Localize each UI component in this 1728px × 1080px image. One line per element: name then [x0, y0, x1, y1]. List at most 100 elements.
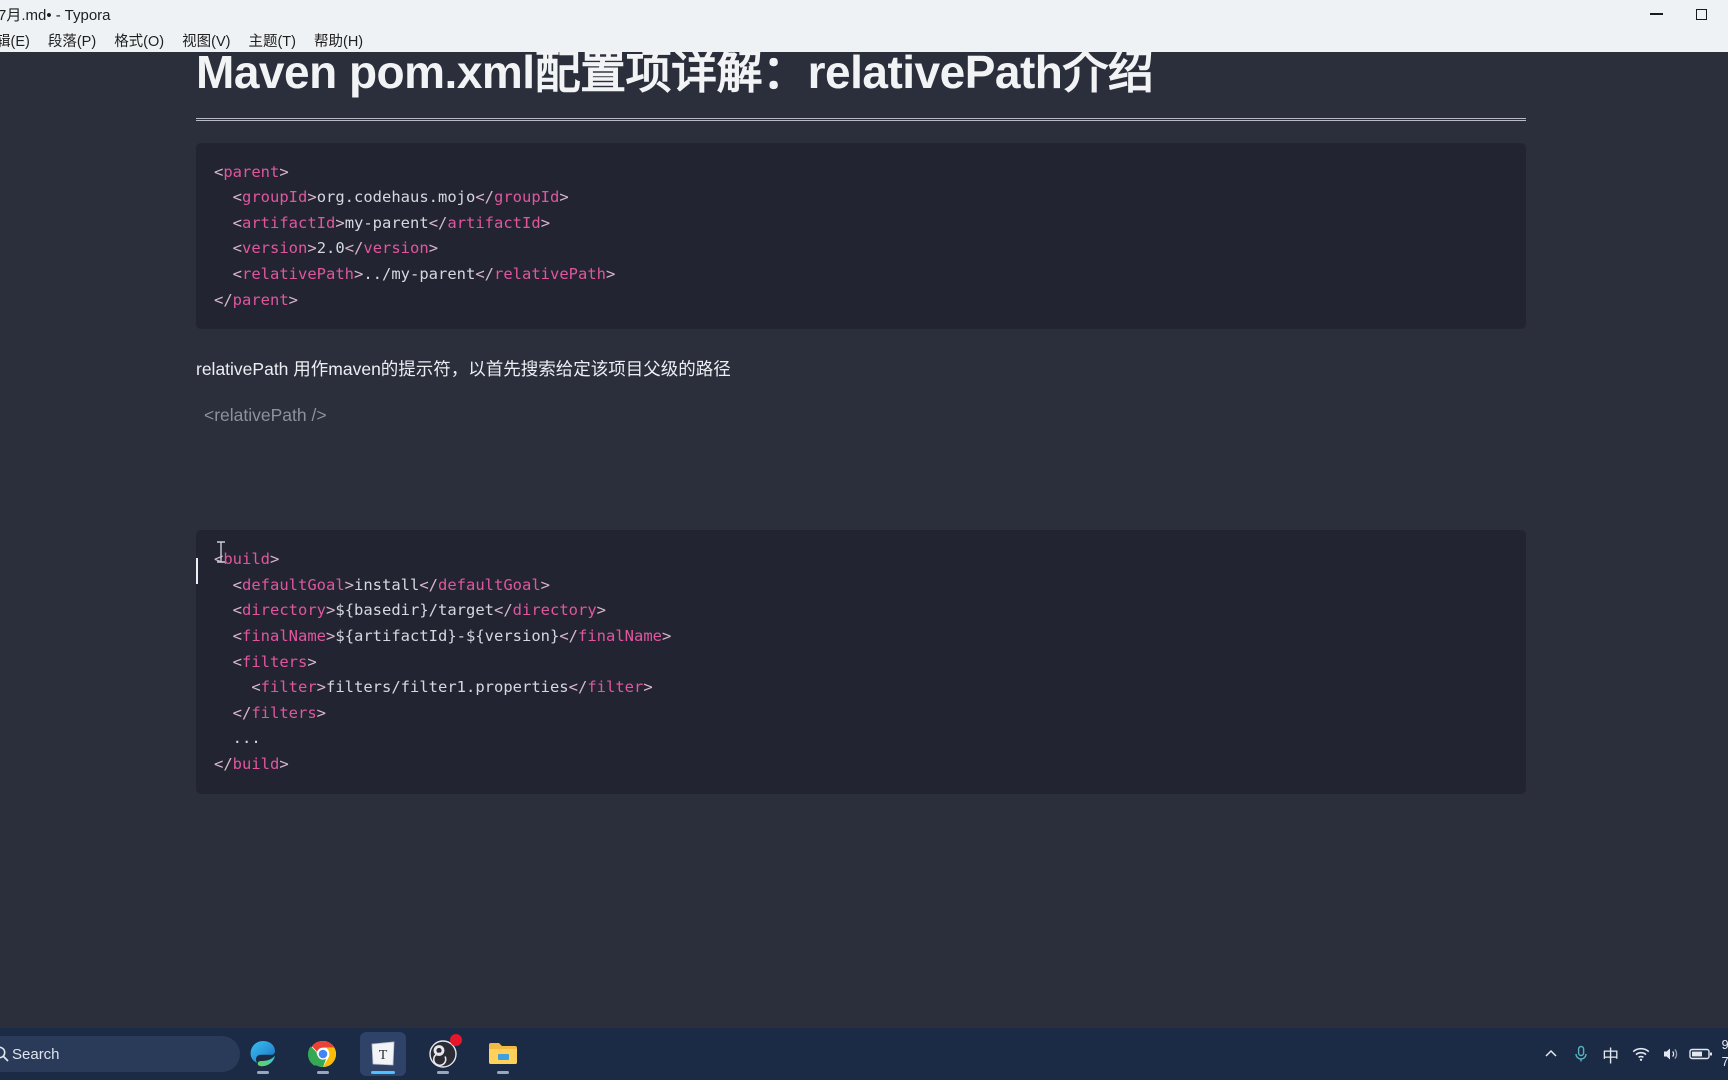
maximize-button[interactable]: [1680, 0, 1728, 28]
code-tag-name: build: [223, 550, 271, 569]
code-bracket: <: [232, 265, 243, 284]
code-line: <defaultGoal>install</defaultGoal>: [196, 573, 1526, 599]
code-bracket: >: [307, 239, 317, 258]
code-tag-name: directory: [242, 601, 327, 620]
code-bracket: >: [354, 265, 364, 284]
code-tag-name: parent: [223, 162, 280, 181]
document-content[interactable]: Maven pom.xml配置项详解：relativePath介绍 <paren…: [196, 52, 1526, 794]
code-bracket: >: [344, 575, 355, 594]
menu-item-view[interactable]: 视图(V): [173, 30, 239, 51]
code-bracket: <: [232, 627, 243, 646]
search-box[interactable]: Search: [0, 1036, 240, 1072]
code-tag-name: filters: [251, 703, 317, 722]
minimize-button[interactable]: [1632, 0, 1680, 28]
code-line: <directory>${basedir}/target</directory>: [196, 598, 1526, 624]
code-line: </parent>: [196, 288, 1526, 314]
wifi-icon: [1632, 1047, 1649, 1061]
taskbar-active-indicator: [371, 1071, 395, 1074]
code-bracket: </: [475, 188, 494, 207]
code-bracket: </: [475, 265, 494, 284]
code-bracket: </: [419, 575, 439, 594]
code-tag-name: finalName: [578, 627, 662, 646]
ime-indicator-button[interactable]: 中: [1596, 1028, 1626, 1080]
code-bracket: >: [643, 678, 653, 697]
code-text: ${basedir}/target: [335, 601, 494, 620]
code-bracket: </: [428, 213, 448, 232]
code-line: <version>2.0</version>: [196, 236, 1526, 262]
code-text: ${artifactId}-${version}: [335, 627, 560, 646]
code-bracket: >: [559, 188, 569, 207]
menu-item-paragraph[interactable]: 段落(P): [39, 30, 105, 51]
microphone-icon: [1574, 1045, 1587, 1062]
menu-item-help[interactable]: 帮助(H): [305, 30, 372, 51]
code-bracket: <: [251, 678, 261, 697]
code-tag-name: relativePath: [494, 265, 606, 284]
search-placeholder: Search: [12, 1045, 60, 1063]
battery-icon: [1688, 1048, 1712, 1060]
code-bracket: <: [232, 601, 243, 620]
file-explorer-icon: [489, 1043, 517, 1064]
code-tag-name: filter: [260, 678, 317, 697]
code-text: ...: [214, 729, 261, 748]
taskbar-item-microsoft-edge[interactable]: [240, 1032, 286, 1076]
taskbar-item-file-explorer[interactable]: [480, 1032, 526, 1076]
taskbar-item-obs-studio[interactable]: [420, 1032, 466, 1076]
code-text: org.codehaus.mojo: [316, 188, 476, 207]
taskbar-item-google-chrome[interactable]: [300, 1032, 346, 1076]
code-line: ...: [196, 726, 1526, 752]
code-line: <filter>filters/filter1.properties</filt…: [196, 675, 1526, 701]
code-text: filters/filter1.properties: [326, 678, 569, 697]
code-line: <build>: [196, 547, 1526, 573]
volume-button[interactable]: [1656, 1028, 1686, 1080]
code-block-parent[interactable]: <parent> <groupId>org.codehaus.mojo</gro…: [196, 142, 1526, 330]
code-tag-name: groupId: [242, 188, 308, 207]
microphone-button[interactable]: [1566, 1028, 1596, 1080]
battery-button[interactable]: [1686, 1028, 1716, 1080]
paragraph-relativepath-description: relativePath 用作maven的提示符，以首先搜索给定该项目父级的路径: [196, 359, 731, 380]
system-tray: 中 9:0 7/26: [1536, 1028, 1728, 1080]
code-bracket: </: [494, 601, 513, 620]
code-tag-name: artifactId: [447, 213, 541, 232]
code-bracket: </: [559, 627, 578, 646]
code-bracket: >: [596, 601, 607, 620]
taskbar-running-indicator: [257, 1071, 269, 1074]
clock[interactable]: 9:0 7/26: [1722, 1037, 1728, 1071]
taskbar-item-typora[interactable]: T: [360, 1032, 406, 1076]
code-line: <filters>: [196, 650, 1526, 676]
editor-area[interactable]: Maven pom.xml配置项详解：relativePath介绍 <paren…: [0, 52, 1728, 1028]
code-tag-name: parent: [232, 290, 289, 309]
code-bracket: </: [232, 703, 252, 722]
menu-item-edit[interactable]: 辑(E): [0, 30, 39, 51]
code-bracket: <: [232, 652, 243, 671]
code-line: <groupId>org.codehaus.mojo</groupId>: [196, 185, 1526, 211]
heading-divider: [196, 117, 1526, 121]
taskbar: Search T 中 9 7: [0, 1028, 1728, 1080]
show-hidden-icons-button[interactable]: [1536, 1028, 1566, 1080]
clock-date: 7/26: [1721, 1055, 1728, 1069]
window-titlebar[interactable]: 记-7月.md• - Typora: [0, 0, 1728, 28]
code-line: </build>: [196, 752, 1526, 778]
code-line: <relativePath>../my-parent</relativePath…: [196, 262, 1526, 288]
code-line: <finalName>${artifactId}-${version}</fin…: [196, 624, 1526, 650]
menu-item-format[interactable]: 格式(O): [105, 30, 173, 51]
code-text: install: [354, 575, 420, 594]
code-bracket: <: [214, 162, 224, 181]
typora-icon: T: [371, 1041, 395, 1066]
microsoft-edge-icon: [250, 1041, 275, 1067]
code-tag-name: artifactId: [242, 213, 336, 232]
window-title: 记-7月.md• - Typora: [0, 6, 111, 24]
wifi-button[interactable]: [1626, 1028, 1656, 1080]
menubar: 辑(E) 段落(P) 格式(O) 视图(V) 主题(T) 帮助(H): [0, 28, 1728, 52]
page-title: Maven pom.xml配置项详解：relativePath介绍: [196, 52, 1154, 98]
search-icon: [0, 1046, 9, 1062]
menu-item-theme[interactable]: 主题(T): [239, 30, 305, 51]
code-tag-name: directory: [512, 601, 597, 620]
code-block-build[interactable]: <build> <defaultGoal>install</defaultGoa…: [196, 530, 1526, 794]
